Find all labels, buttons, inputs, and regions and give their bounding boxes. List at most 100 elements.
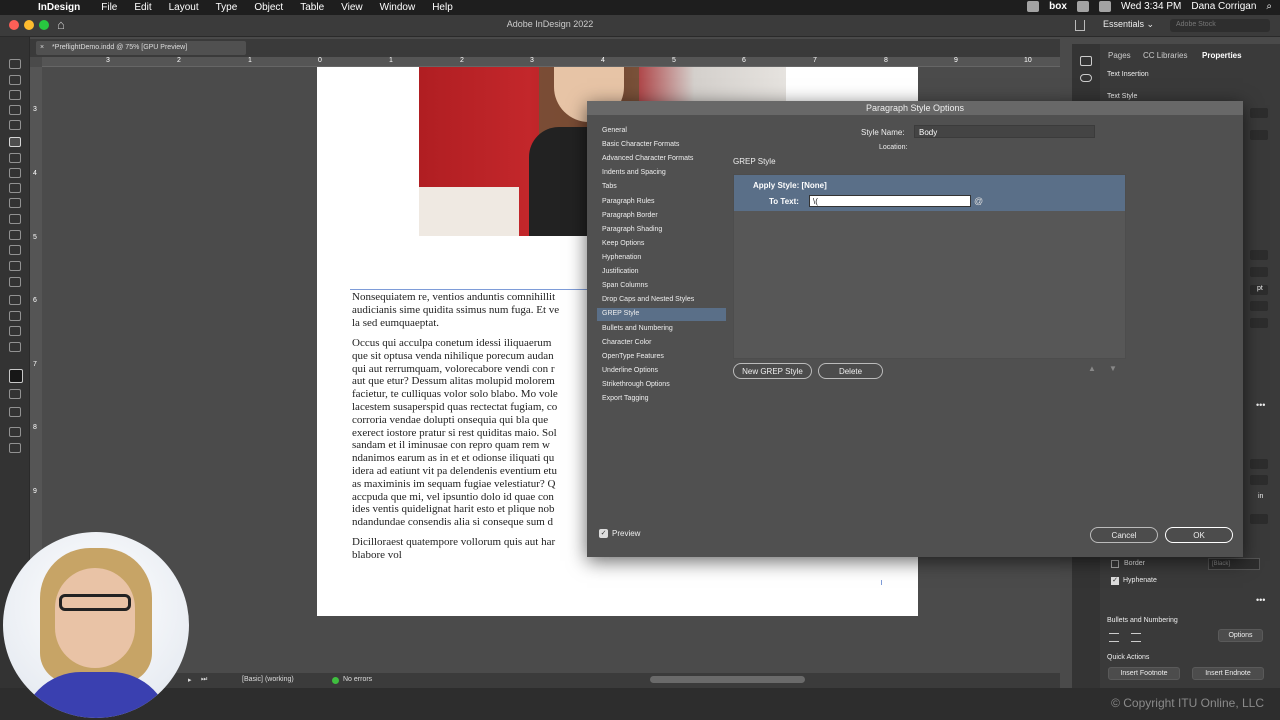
- menu-window[interactable]: Window: [380, 2, 416, 13]
- nav-paragraph-shading[interactable]: Paragraph Shading: [602, 224, 726, 237]
- bulleted-list-icon[interactable]: [1109, 633, 1119, 642]
- nav-grep-style[interactable]: GREP Style: [597, 308, 726, 321]
- nav-hyphenation[interactable]: Hyphenation: [602, 252, 726, 265]
- gradient-tool-icon[interactable]: [9, 261, 21, 271]
- special-characters-icon[interactable]: @: [974, 196, 983, 206]
- page-tool-icon[interactable]: [9, 90, 21, 100]
- gap-tool-icon[interactable]: [9, 105, 21, 115]
- border-checkbox[interactable]: [1111, 560, 1119, 568]
- menu-type[interactable]: Type: [216, 2, 238, 13]
- gradient-feather-tool-icon[interactable]: [9, 277, 21, 287]
- tab-cc-libraries[interactable]: CC Libraries: [1143, 51, 1187, 60]
- page-nav-next-icon[interactable]: ▸: [188, 676, 192, 684]
- bullets-options-button[interactable]: Options: [1218, 629, 1263, 642]
- nav-keep-options[interactable]: Keep Options: [602, 238, 726, 251]
- panel-dropdown[interactable]: [1250, 475, 1268, 485]
- more-options-icon[interactable]: •••: [1256, 595, 1265, 605]
- nav-justification[interactable]: Justification: [602, 266, 726, 279]
- style-name-input[interactable]: Body: [914, 125, 1095, 138]
- tab-pages[interactable]: Pages: [1108, 51, 1131, 60]
- nav-opentype-features[interactable]: OpenType Features: [602, 351, 726, 364]
- hyphenate-checkbox[interactable]: ✓: [1111, 577, 1119, 585]
- menu-table[interactable]: Table: [300, 2, 324, 13]
- nav-character-color[interactable]: Character Color: [602, 337, 726, 350]
- black-swatch-dropdown[interactable]: [Black]: [1208, 558, 1260, 570]
- close-tab-icon[interactable]: ×: [40, 44, 44, 51]
- panel-dropdown[interactable]: [1250, 318, 1268, 328]
- grep-style-row[interactable]: Apply Style: [None] To Text: \( @: [734, 175, 1125, 211]
- menu-layout[interactable]: Layout: [169, 2, 199, 13]
- nav-general[interactable]: General: [602, 125, 726, 138]
- move-down-icon[interactable]: ▼: [1109, 364, 1117, 373]
- nav-strikethrough-options[interactable]: Strikethrough Options: [602, 379, 726, 392]
- screen-mode-icon[interactable]: [9, 427, 21, 437]
- workspace-switcher[interactable]: Essentials ⌄: [1103, 19, 1154, 30]
- nav-drop-caps-nested-styles[interactable]: Drop Caps and Nested Styles: [602, 294, 726, 307]
- panel-dropdown[interactable]: [1250, 514, 1268, 524]
- to-text-input[interactable]: \(: [809, 195, 971, 207]
- content-collector-icon[interactable]: [9, 120, 21, 130]
- new-grep-style-button[interactable]: New GREP Style: [733, 363, 812, 379]
- nav-indents-and-spacing[interactable]: Indents and Spacing: [602, 167, 726, 180]
- apply-style-dropdown[interactable]: Apply Style: [None]: [753, 181, 827, 190]
- hand-tool-icon[interactable]: [9, 326, 21, 336]
- tab-properties[interactable]: Properties: [1202, 51, 1242, 60]
- dropbox-icon[interactable]: [1027, 1, 1040, 12]
- document-tab[interactable]: × *PreflightDemo.indd @ 75% [GPU Preview…: [36, 41, 246, 55]
- wifi-icon[interactable]: [1076, 1, 1089, 12]
- view-mode-icon[interactable]: [9, 407, 21, 417]
- share-icon[interactable]: [1075, 20, 1085, 31]
- menu-view[interactable]: View: [341, 2, 363, 13]
- preflight-profile[interactable]: [Basic] (working): [242, 676, 294, 683]
- type-tool-icon[interactable]: [9, 137, 21, 147]
- panel-dropdown[interactable]: [1250, 130, 1268, 140]
- panel-dropdown[interactable]: [1250, 301, 1268, 311]
- menubar-user[interactable]: Dana Corrigan: [1191, 1, 1256, 12]
- body-paragraph[interactable]: Dicilloraest quatempore vollorum quis au…: [352, 536, 592, 562]
- pencil-tool-icon[interactable]: [9, 183, 21, 193]
- zoom-tool-icon[interactable]: [9, 342, 21, 352]
- horizontal-ruler[interactable]: 3 2 1 0 1 2 3 4 5 6 7 8 9 10: [42, 57, 1060, 67]
- delete-button[interactable]: Delete: [818, 363, 883, 379]
- spotlight-search-icon[interactable]: ⌕: [1266, 1, 1272, 12]
- battery-icon[interactable]: [1098, 1, 1111, 12]
- menu-help[interactable]: Help: [432, 2, 453, 13]
- menubar-clock[interactable]: Wed 3:34 PM: [1121, 1, 1181, 12]
- adobe-stock-search[interactable]: Adobe Stock: [1170, 19, 1270, 32]
- preview-mode-icon[interactable]: [9, 443, 21, 453]
- preview-checkbox[interactable]: ✓: [599, 529, 608, 538]
- panel-dropdown[interactable]: [1250, 459, 1268, 469]
- menu-edit[interactable]: Edit: [134, 2, 151, 13]
- rectangle-tool-icon[interactable]: [9, 214, 21, 224]
- app-menu[interactable]: InDesign: [38, 2, 80, 13]
- menu-file[interactable]: File: [101, 2, 117, 13]
- nav-span-columns[interactable]: Span Columns: [602, 280, 726, 293]
- nav-paragraph-rules[interactable]: Paragraph Rules: [602, 196, 726, 209]
- horizontal-scrollbar[interactable]: [650, 676, 805, 683]
- grep-style-list[interactable]: Apply Style: [None] To Text: \( @: [733, 174, 1126, 359]
- eyedropper-tool-icon[interactable]: [9, 311, 21, 321]
- free-transform-tool-icon[interactable]: [9, 245, 21, 255]
- menu-object[interactable]: Object: [254, 2, 283, 13]
- more-options-icon[interactable]: •••: [1256, 400, 1265, 410]
- body-paragraph[interactable]: Occus qui acculpa conetum idessi iliquae…: [352, 337, 592, 529]
- nav-underline-options[interactable]: Underline Options: [602, 365, 726, 378]
- direct-selection-tool-icon[interactable]: [9, 75, 21, 85]
- rectangle-frame-tool-icon[interactable]: [9, 198, 21, 208]
- numbered-list-icon[interactable]: [1131, 633, 1141, 642]
- nav-paragraph-border[interactable]: Paragraph Border: [602, 210, 726, 223]
- layers-icon[interactable]: [1080, 56, 1092, 66]
- preflight-status[interactable]: No errors: [343, 676, 372, 683]
- nav-tabs[interactable]: Tabs: [602, 181, 726, 194]
- insert-footnote-button[interactable]: Insert Footnote: [1108, 667, 1180, 680]
- selection-tool-icon[interactable]: [9, 59, 21, 69]
- body-paragraph[interactable]: Nonsequiatem re, ventios anduntis comnih…: [352, 291, 592, 329]
- cancel-button[interactable]: Cancel: [1090, 527, 1158, 543]
- page-nav-last-icon[interactable]: ⏭: [201, 676, 207, 684]
- nav-export-tagging[interactable]: Export Tagging: [602, 393, 726, 406]
- nav-bullets-and-numbering[interactable]: Bullets and Numbering: [602, 323, 726, 336]
- pen-tool-icon[interactable]: [9, 168, 21, 178]
- note-tool-icon[interactable]: [9, 295, 21, 305]
- formatting-affects-text-icon[interactable]: [9, 389, 21, 399]
- box-icon[interactable]: box: [1049, 1, 1067, 12]
